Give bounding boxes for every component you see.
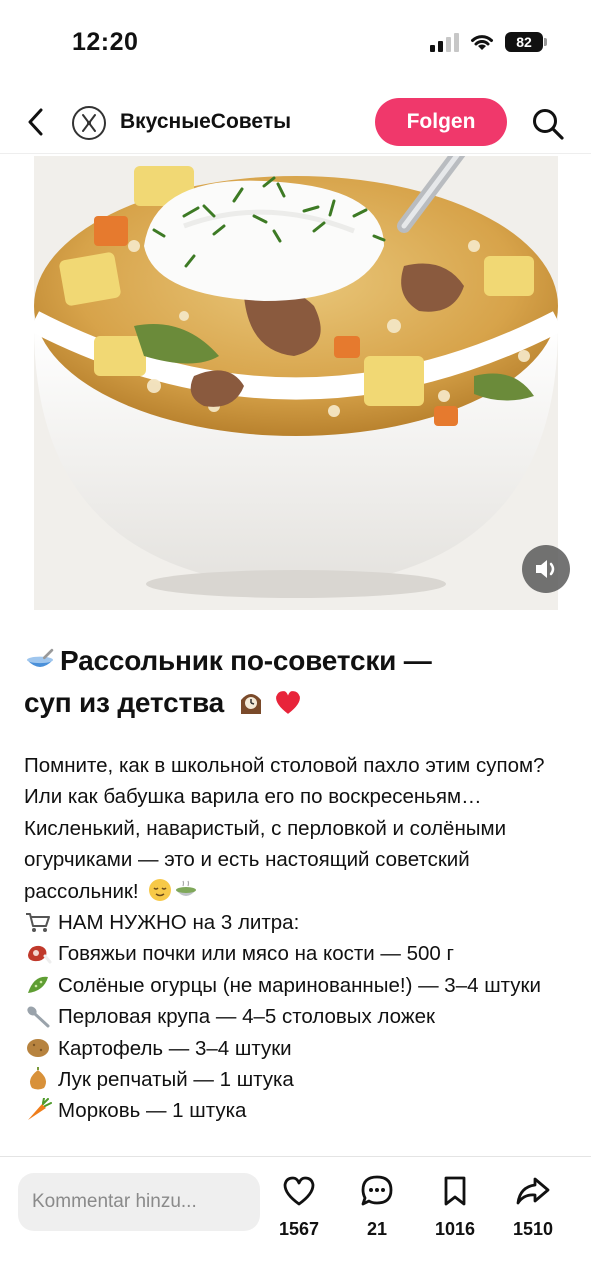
search-button[interactable] xyxy=(528,104,568,144)
ingredient-item: Перловая крупа — 4–5 столовых ложек xyxy=(24,1001,574,1032)
potato-icon xyxy=(27,1038,49,1057)
ingredient-item: Картофель — 3–4 штуки xyxy=(24,1033,574,1064)
needs-line: НАМ НУЖНО на 3 литра: xyxy=(24,907,574,938)
channel-avatar[interactable] xyxy=(72,106,106,140)
ingredient-text: Солёные огурцы (не маринованные!) — 3–4 … xyxy=(58,973,541,997)
speaker-icon xyxy=(536,560,555,578)
channel-name[interactable]: ВкусныеСоветы xyxy=(120,110,291,134)
ingredient-item: Солёные огурцы (не маринованные!) — 3–4 … xyxy=(24,970,574,1001)
post-image[interactable] xyxy=(34,156,558,610)
post-content: Рассольник по-советски — суп из детства … xyxy=(24,640,574,1127)
top-nav: ВкусныеСоветы Folgen xyxy=(0,92,591,154)
share-button[interactable]: 1510 xyxy=(498,1173,568,1240)
post-title: Рассольник по-советски — суп из детства xyxy=(24,640,574,724)
battery-indicator: 82 xyxy=(505,32,547,52)
wifi-icon xyxy=(471,35,493,50)
post-body: Помните, как в школьной столовой пахло э… xyxy=(24,750,574,1127)
comment-count: 21 xyxy=(366,1219,388,1239)
ingredient-item: Лук репчатый — 1 штука xyxy=(24,1064,574,1095)
ingredient-item: Морковь — 1 штука xyxy=(24,1095,574,1126)
save-button[interactable]: 1016 xyxy=(420,1173,490,1240)
ingredient-text: Лук репчатый — 1 штука xyxy=(58,1068,294,1092)
like-button[interactable]: 1567 xyxy=(264,1173,334,1240)
bookmark-icon xyxy=(444,1176,466,1206)
post-intro-text: Помните, как в школьной столовой пахло э… xyxy=(24,754,545,903)
shopping-cart-icon xyxy=(26,913,50,933)
share-arrow-icon xyxy=(516,1177,550,1205)
post-intro: Помните, как в школьной столовой пахло э… xyxy=(24,750,574,907)
meat-icon xyxy=(28,946,52,964)
like-count: 1567 xyxy=(278,1219,320,1239)
soup-bowl-image xyxy=(34,156,558,610)
heart-outline-icon xyxy=(283,1176,315,1206)
carrot-icon xyxy=(28,1098,52,1121)
save-count: 1016 xyxy=(434,1219,476,1239)
ingredient-text: Говяжьи почки или мясо на кости — 500 г xyxy=(58,942,454,966)
sound-toggle-button[interactable] xyxy=(522,545,570,593)
ingredient-item: Говяжьи почки или мясо на кости — 500 г xyxy=(24,938,574,969)
comment-input[interactable] xyxy=(18,1173,260,1231)
onion-icon xyxy=(30,1067,46,1090)
comment-bubble-icon xyxy=(361,1175,393,1206)
post-title-line2: суп из детства xyxy=(24,687,224,718)
ingredient-text: Морковь — 1 штука xyxy=(58,1099,247,1123)
post-title-line1: Рассольник по-советски — xyxy=(60,645,432,676)
share-count: 1510 xyxy=(512,1219,554,1239)
back-button[interactable] xyxy=(18,104,54,140)
cucumber-icon xyxy=(28,976,48,993)
soup-icon xyxy=(176,880,197,896)
bowl-icon xyxy=(27,648,54,667)
heart-icon xyxy=(275,691,300,714)
fork-knife-icon xyxy=(82,114,96,132)
chevron-left-icon xyxy=(28,108,43,136)
follow-button[interactable]: Folgen xyxy=(375,98,507,146)
bottom-action-bar: 1567 21 1016 1510 xyxy=(0,1156,591,1280)
status-time: 12:20 xyxy=(72,28,139,56)
comment-button[interactable]: 21 xyxy=(342,1173,412,1240)
clock-icon xyxy=(240,694,261,714)
search-icon xyxy=(533,109,564,140)
relieved-face-icon xyxy=(149,878,172,901)
ingredient-text: Картофель — 3–4 штуки xyxy=(58,1036,292,1060)
spoon-icon xyxy=(27,1006,50,1028)
ingredient-text: Перловая крупа — 4–5 столовых ложек xyxy=(58,1005,435,1029)
needs-label: НАМ НУЖНО на 3 литра: xyxy=(58,911,300,935)
status-icons: 82 xyxy=(430,32,547,52)
status-bar: 12:20 82 xyxy=(0,0,591,90)
cellular-signal-icon xyxy=(430,32,459,52)
